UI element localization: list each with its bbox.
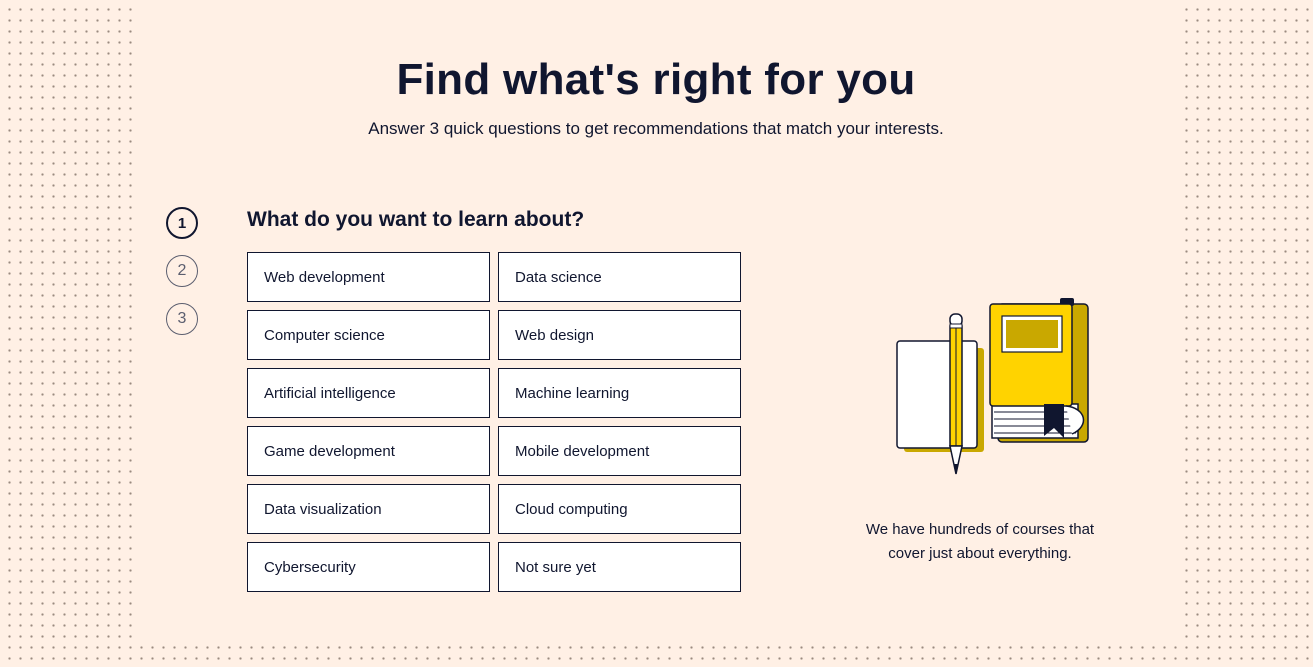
option-cybersecurity[interactable]: Cybersecurity — [247, 542, 490, 592]
page-subtitle: Answer 3 quick questions to get recommen… — [368, 119, 944, 138]
option-web-development[interactable]: Web development — [247, 252, 490, 302]
step-2: 2 — [166, 255, 198, 287]
option-artificial-intelligence[interactable]: Artificial intelligence — [247, 368, 490, 418]
question-heading: What do you want to learn about? — [247, 208, 585, 231]
option-web-design[interactable]: Web design — [498, 310, 741, 360]
option-data-science[interactable]: Data science — [498, 252, 741, 302]
option-not-sure-yet[interactable]: Not sure yet — [498, 542, 741, 592]
notebook-pencil-book-icon — [894, 296, 1094, 481]
step-1: 1 — [166, 207, 198, 239]
page-title: Find what's right for you — [396, 55, 916, 104]
courses-description: We have hundreds of courses that cover j… — [865, 521, 1095, 562]
option-mobile-development[interactable]: Mobile development — [498, 426, 741, 476]
step-3: 3 — [166, 303, 198, 335]
option-computer-science[interactable]: Computer science — [247, 310, 490, 360]
option-game-development[interactable]: Game development — [247, 426, 490, 476]
answer-options: Web development Data science Computer sc… — [247, 252, 741, 592]
option-cloud-computing[interactable]: Cloud computing — [498, 484, 741, 534]
option-data-visualization[interactable]: Data visualization — [247, 484, 490, 534]
quiz-panel: Find what's right for you Answer 3 quick… — [134, 0, 1178, 643]
step-indicator: 1 2 3 — [166, 207, 200, 351]
option-machine-learning[interactable]: Machine learning — [498, 368, 741, 418]
